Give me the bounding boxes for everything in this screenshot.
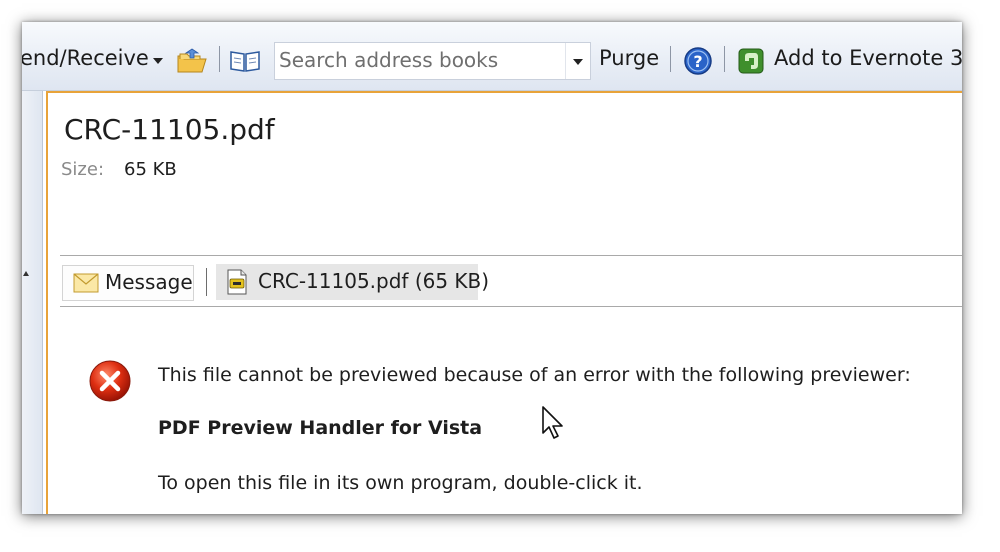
help-icon[interactable]: ? bbox=[683, 46, 713, 80]
header-divider bbox=[60, 255, 962, 256]
purge-button[interactable]: Purge bbox=[599, 44, 659, 72]
toolbar: end/Receive P bbox=[22, 22, 962, 91]
address-book-icon[interactable] bbox=[229, 49, 261, 77]
attachment-tab-label: CRC-11105.pdf (65 KB) bbox=[258, 269, 490, 293]
search-address-books-input[interactable] bbox=[279, 45, 559, 75]
collapse-arrow-icon[interactable] bbox=[23, 271, 29, 276]
attachment-divider bbox=[60, 306, 962, 307]
navigation-pane-edge bbox=[22, 91, 43, 514]
evernote-icon[interactable] bbox=[737, 47, 765, 79]
error-message-line: This file cannot be previewed because of… bbox=[158, 364, 911, 386]
attachment-separator bbox=[206, 268, 207, 296]
search-address-books[interactable] bbox=[274, 42, 591, 80]
open-folder-icon[interactable] bbox=[176, 47, 208, 79]
pdf-file-icon bbox=[226, 269, 248, 299]
send-receive-dropdown-icon[interactable] bbox=[153, 58, 163, 64]
search-dropdown-button[interactable] bbox=[565, 43, 590, 79]
chevron-down-icon bbox=[573, 59, 583, 65]
message-tab[interactable]: Message bbox=[62, 265, 194, 301]
svg-text:?: ? bbox=[693, 52, 702, 71]
add-to-evernote-button[interactable]: Add to Evernote 3. bbox=[774, 44, 962, 72]
attachment-title: CRC-11105.pdf bbox=[64, 113, 275, 146]
reading-pane: CRC-11105.pdf Size: 65 KB Message CRC-11… bbox=[46, 91, 962, 514]
send-receive-button[interactable]: end/Receive bbox=[22, 44, 149, 72]
open-instructions: To open this file in its own program, do… bbox=[158, 472, 643, 494]
size-label: Size: bbox=[61, 159, 105, 180]
message-tab-label: Message bbox=[105, 270, 193, 294]
previewer-name: PDF Preview Handler for Vista bbox=[158, 417, 483, 439]
mouse-pointer-icon bbox=[541, 405, 567, 445]
attachment-tab[interactable]: CRC-11105.pdf (65 KB) bbox=[216, 264, 489, 300]
attachment-bar: Message CRC-11105.pdf (65 KB) bbox=[62, 264, 962, 302]
outlook-window: end/Receive P bbox=[22, 22, 962, 514]
error-x-icon bbox=[88, 359, 132, 407]
size-value: 65 KB bbox=[124, 159, 177, 180]
envelope-icon bbox=[73, 273, 99, 297]
